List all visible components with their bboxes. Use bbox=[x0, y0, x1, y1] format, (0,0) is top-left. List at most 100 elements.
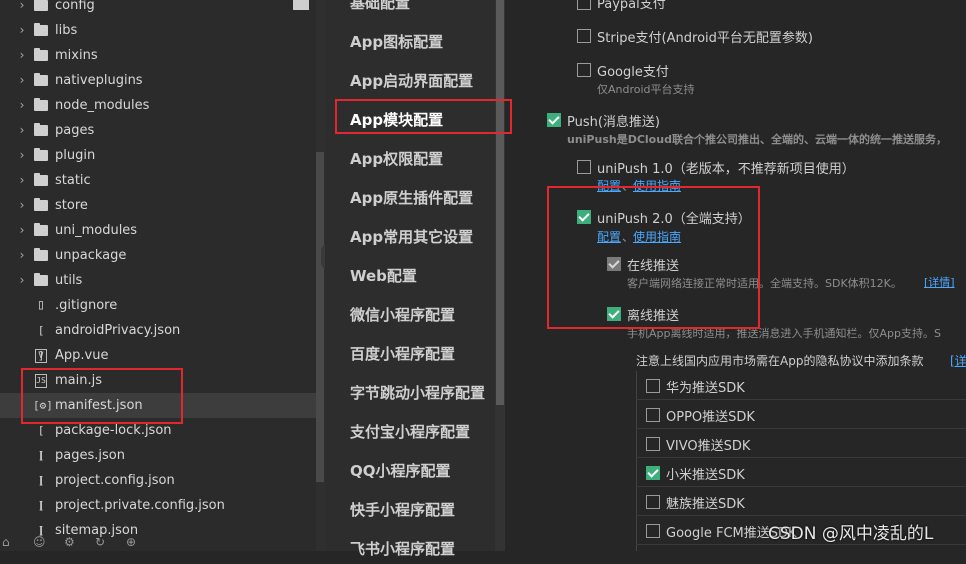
nav-item[interactable]: App权限配置 bbox=[350, 144, 443, 174]
json-file-icon: [ ] bbox=[37, 499, 45, 537]
privacy-note: 注意上线国内应用市场需在App的隐私协议中添加条款 bbox=[636, 354, 924, 368]
paypal-checkbox[interactable] bbox=[577, 0, 591, 10]
unipush1-checkbox[interactable] bbox=[577, 160, 591, 174]
tree-file-item[interactable]: [ ] project.private.config.json bbox=[0, 493, 316, 537]
tree-file-item[interactable]: ▯ .gitignore bbox=[0, 293, 316, 318]
privacy-detail-link[interactable]: [详 bbox=[950, 352, 966, 369]
highlight-app-module-config bbox=[335, 99, 512, 134]
sdk-checkbox[interactable] bbox=[646, 437, 660, 451]
tree-folder-item[interactable]: › plugin bbox=[0, 143, 316, 168]
plugin-icon[interactable]: ☺ bbox=[33, 535, 46, 549]
tree-item-label: project.config.json bbox=[55, 473, 175, 488]
google-pay-label: Google支付 bbox=[597, 65, 669, 80]
chevron-right-icon[interactable]: › bbox=[16, 68, 28, 93]
chevron-right-icon[interactable]: › bbox=[16, 43, 28, 68]
csdn-watermark: CSDN @风中凌乱的L bbox=[768, 524, 934, 544]
chevron-right-icon[interactable]: › bbox=[16, 268, 28, 293]
nav-item[interactable]: App图标配置 bbox=[350, 27, 443, 57]
nav-scrollbar-thumb[interactable] bbox=[496, 0, 504, 405]
tree-item-label: uni_modules bbox=[55, 223, 138, 238]
nav-item[interactable]: QQ小程序配置 bbox=[350, 456, 451, 486]
online-push-detail-link[interactable]: [详情] bbox=[924, 274, 955, 290]
tree-file-item[interactable]: V App.vue bbox=[0, 343, 316, 368]
tree-item-label: libs bbox=[55, 23, 78, 38]
tree-file-item[interactable]: [ ] androidPrivacy.json bbox=[0, 318, 316, 362]
tree-folder-item[interactable]: › store bbox=[0, 193, 316, 218]
tree-folder-item[interactable]: › mixins bbox=[0, 43, 316, 68]
push-description: uniPush是DCloud联合个推公司推出、全端的、云端一体的统一推送服务， bbox=[567, 133, 947, 146]
folder-icon bbox=[34, 23, 48, 36]
tree-file-item[interactable]: [ ] pages.json bbox=[0, 443, 316, 487]
unipush1-label: uniPush 1.0（老版本，不推荐新项目使用） bbox=[597, 162, 855, 177]
manifest-settings-nav: 基础配置 App图标配置 App启动界面配置 App模块配置 App权限配置 App原生插… bbox=[325, 0, 495, 558]
tree-folder-item[interactable]: › libs bbox=[0, 18, 316, 43]
stripe-checkbox[interactable] bbox=[577, 29, 591, 43]
tree-folder-item[interactable]: › unpackage bbox=[0, 243, 316, 268]
settings-icon[interactable]: ⚙ bbox=[64, 535, 75, 549]
tree-folder-item[interactable]: › pages bbox=[0, 118, 316, 143]
nav-item[interactable]: 微信小程序配置 bbox=[350, 300, 455, 330]
tree-item-label: project.private.config.json bbox=[55, 498, 225, 513]
folder-icon bbox=[34, 48, 48, 61]
sdk-checkbox[interactable] bbox=[646, 466, 660, 480]
chevron-right-icon[interactable]: › bbox=[16, 143, 28, 168]
home-icon[interactable]: ⌂ bbox=[2, 535, 10, 549]
highlight-unipush2 bbox=[547, 186, 760, 329]
sdk-checkbox[interactable] bbox=[646, 495, 660, 509]
folder-icon bbox=[34, 98, 48, 111]
push-checkbox[interactable] bbox=[547, 113, 561, 127]
nav-item[interactable]: App启动界面配置 bbox=[350, 66, 473, 96]
nav-item[interactable]: 百度小程序配置 bbox=[350, 339, 455, 369]
chevron-right-icon[interactable]: › bbox=[16, 18, 28, 43]
nav-item[interactable]: 字节跳动小程序配置 bbox=[350, 378, 485, 408]
sdk-checkbox[interactable] bbox=[646, 524, 660, 538]
tree-item-label: utils bbox=[55, 273, 83, 288]
tree-item-label: plugin bbox=[55, 148, 96, 163]
folder-icon bbox=[34, 0, 48, 11]
sdk-checkbox[interactable] bbox=[646, 408, 660, 422]
file-icon: ▯ bbox=[36, 297, 46, 313]
nav-item[interactable]: 快手小程序配置 bbox=[350, 495, 455, 525]
paypal-label: Paypal支付 bbox=[597, 0, 666, 12]
google-pay-checkbox[interactable] bbox=[577, 63, 591, 77]
chevron-right-icon[interactable]: › bbox=[16, 218, 28, 243]
chevron-right-icon[interactable]: › bbox=[16, 0, 28, 18]
tree-folder-item[interactable]: › config bbox=[0, 0, 316, 18]
json-file-icon: [ ] bbox=[37, 324, 45, 362]
refresh-icon[interactable]: ↻ bbox=[95, 535, 105, 549]
chevron-right-icon[interactable]: › bbox=[16, 243, 28, 268]
nav-item[interactable]: App常用其它设置 bbox=[350, 222, 473, 252]
chevron-right-icon[interactable]: › bbox=[16, 193, 28, 218]
tree-folder-item[interactable]: › uni_modules bbox=[0, 218, 316, 243]
nav-item[interactable]: 基础配置 bbox=[350, 0, 410, 18]
folder-icon bbox=[34, 223, 48, 236]
chevron-right-icon[interactable]: › bbox=[16, 118, 28, 143]
push-label: Push(消息推送) bbox=[567, 115, 661, 130]
folder-icon bbox=[34, 173, 48, 186]
sidebar-bottom-toolbar: ⌂ ☺ ⚙ ↻ ⊕ bbox=[0, 535, 316, 551]
folder-icon bbox=[34, 198, 48, 211]
tree-folder-item[interactable]: › node_modules bbox=[0, 93, 316, 118]
tree-file-item[interactable]: [ ] project.config.json bbox=[0, 468, 316, 512]
tree-folder-item[interactable]: › static bbox=[0, 168, 316, 193]
stripe-label: Stripe支付(Android平台无配置参数) bbox=[597, 31, 813, 46]
tree-item-label: androidPrivacy.json bbox=[55, 323, 181, 338]
folder-icon bbox=[293, 0, 309, 10]
tree-folder-item[interactable]: › utils bbox=[0, 268, 316, 293]
tree-item-label: store bbox=[55, 198, 88, 213]
sdk-checkbox[interactable] bbox=[646, 379, 660, 393]
nav-item[interactable]: App原生插件配置 bbox=[350, 183, 473, 213]
nav-item[interactable]: 支付宝小程序配置 bbox=[350, 417, 470, 447]
file-tree-scrollbar-thumb[interactable] bbox=[316, 152, 324, 482]
tree-item-label: pages bbox=[55, 123, 95, 138]
globe-icon[interactable]: ⊕ bbox=[126, 535, 136, 549]
folder-icon bbox=[34, 248, 48, 261]
chevron-right-icon[interactable]: › bbox=[16, 168, 28, 193]
highlight-manifest-files bbox=[21, 368, 183, 424]
nav-item[interactable]: 飞书小程序配置 bbox=[350, 534, 455, 564]
json-file-icon: [ ] bbox=[37, 449, 45, 487]
chevron-right-icon[interactable]: › bbox=[16, 93, 28, 118]
tree-folder-item[interactable]: › nativeplugins bbox=[0, 68, 316, 93]
tree-item-label: .gitignore bbox=[55, 298, 118, 313]
nav-item[interactable]: Web配置 bbox=[350, 261, 417, 291]
